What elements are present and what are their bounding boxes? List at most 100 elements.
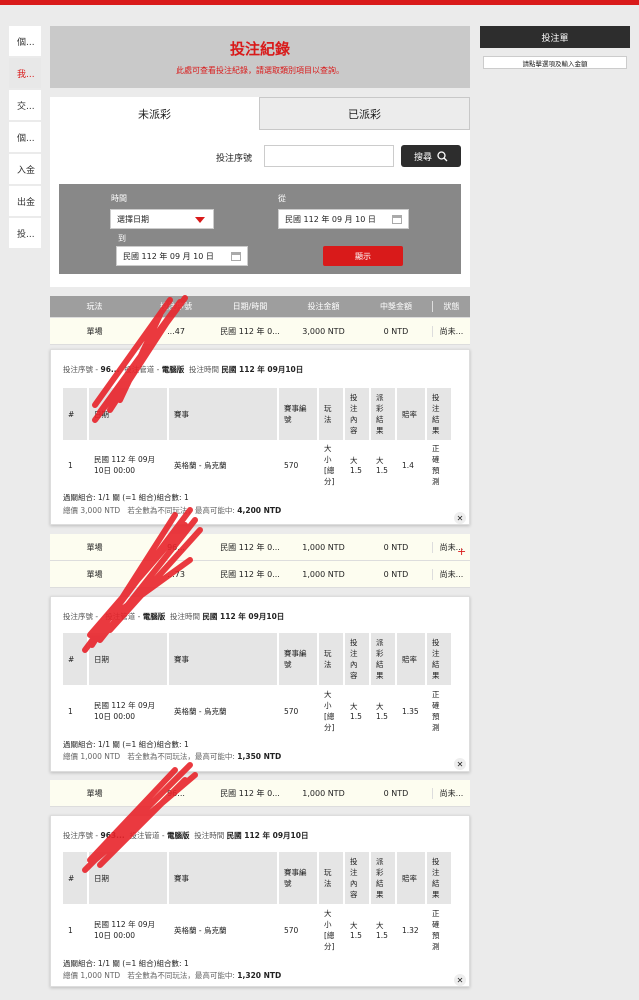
header-win: 中獎金額 <box>380 302 412 311</box>
to-date-value: 民國 112 年 09 月 10 日 <box>123 251 214 261</box>
bet-time: 民國 112 年 09月10日 <box>202 612 285 621</box>
expand-plus-icon[interactable]: + <box>457 545 466 558</box>
tab-unsettled[interactable]: 未派彩 <box>50 97 259 130</box>
from-label: 從 <box>278 194 286 203</box>
col-play: 玩法 <box>318 633 345 685</box>
tab-bar: 未派彩 已派彩 <box>50 97 470 130</box>
row-status: 尚未... <box>432 325 470 337</box>
table-row[interactable]: 單場 96... 民國 112 年 0... 1,000 NTD 0 NTD 尚… <box>50 780 470 807</box>
close-icon[interactable]: ✕ <box>454 512 466 524</box>
stake-label: 總價 <box>63 506 78 515</box>
row-serial: ...73 <box>167 569 185 579</box>
cell-outcome: 正確預測 <box>426 685 453 737</box>
search-icon <box>437 150 448 161</box>
cell-match-no: 570 <box>278 440 319 490</box>
channel-label: 投注管道 - <box>124 365 160 374</box>
calendar-icon <box>231 252 241 261</box>
channel-label: 投注管道 - <box>129 831 165 840</box>
nav-item-my-bets[interactable]: 我... <box>9 58 41 88</box>
col-result: 派彩結果 <box>370 388 397 440</box>
serial-input[interactable] <box>264 145 394 167</box>
page-subtitle: 此處可查看投注紀錄，請選取類別項目以查詢。 <box>176 66 344 75</box>
nav-item-transactions[interactable]: 交... <box>9 90 41 120</box>
col-match-no: 賽事編號 <box>278 852 319 904</box>
cell-content: 大 1.5 <box>344 440 371 490</box>
table-row[interactable]: 單場 ...73 民國 112 年 0... 1,000 NTD 0 NTD 尚… <box>50 561 470 588</box>
col-result: 派彩結果 <box>370 852 397 904</box>
stake-value: 1,000 NTD <box>80 971 121 980</box>
row-play: 單場 <box>86 542 103 552</box>
table-row[interactable]: 單場 ...47 民國 112 年 0... 3,000 NTD 0 NTD 尚… <box>50 318 470 345</box>
row-datetime: 民國 112 年 0... <box>220 326 280 336</box>
date-select[interactable]: 選擇日期 <box>110 209 214 229</box>
nav-item-label: 出金 <box>17 197 36 208</box>
max-win-value: 1,350 NTD <box>237 752 282 761</box>
serial-prefix: 投注序號 - <box>63 365 101 374</box>
main-content: 投注紀錄 此處可查看投注紀錄，請選取類別項目以查詢。 未派彩 已派彩 投注序號 … <box>50 26 470 287</box>
nav-item-withdraw[interactable]: 出金 <box>9 186 41 216</box>
col-index: # <box>63 852 89 904</box>
col-match: 賽事 <box>168 852 279 904</box>
summary-table: 玩法 投注序號 日期/時間 投注金額 中獎金額 狀態 單場 ...47 民國 1… <box>50 296 470 345</box>
nav-item-label: 入金 <box>17 165 36 176</box>
row-stake: 1,000 NTD <box>302 788 345 798</box>
calendar-icon <box>392 215 402 224</box>
page-header: 投注紀錄 此處可查看投注紀錄，請選取類別項目以查詢。 <box>50 26 470 88</box>
col-match: 賽事 <box>168 633 279 685</box>
col-content: 投注內容 <box>344 633 371 685</box>
from-date-field[interactable]: 民國 112 年 09 月 10 日 <box>278 209 409 229</box>
summary-table: 單場 96... 民國 112 年 0... 1,000 NTD 0 NTD 尚… <box>50 780 470 807</box>
row-datetime: 民國 112 年 0... <box>220 542 280 552</box>
bet-time: 民國 112 年 09月10日 <box>221 365 304 374</box>
top-accent-bar <box>0 0 639 5</box>
row-status: 尚未... <box>432 568 470 580</box>
bet-serial: 96... <box>100 365 120 374</box>
search-button[interactable]: 搜尋 <box>401 145 461 167</box>
table-header: 玩法 投注序號 日期/時間 投注金額 中獎金額 狀態 <box>50 296 470 318</box>
bet-channel: 電腦版 <box>142 612 166 621</box>
max-win-note: 若全數為不同玩法，最高可能中: <box>127 971 235 980</box>
bet-detail-card: 投注序號 - 投注管道 - 電腦版 投注時間 民國 112 年 09月10日 #… <box>50 596 470 772</box>
cell-match: 英格蘭 - 烏克蘭 <box>168 904 279 956</box>
row-stake: 1,000 NTD <box>302 569 345 579</box>
combo-info: 過關組合: 1/1 關 (=1 組合)組合數: 1 <box>63 740 189 749</box>
row-serial: ...47 <box>167 326 185 336</box>
nav-item-deposit[interactable]: 入金 <box>9 154 41 184</box>
nav-item-label: 個... <box>17 37 35 48</box>
cell-odds: 1.35 <box>396 685 427 737</box>
cell-result: 大 1.5 <box>370 440 397 490</box>
table-row[interactable]: 單場 96... 民國 112 年 0... 1,000 NTD 0 NTD 尚… <box>50 534 470 561</box>
cell-odds: 1.32 <box>396 904 427 956</box>
summary-table: 單場 96... 民國 112 年 0... 1,000 NTD 0 NTD 尚… <box>50 534 470 588</box>
row-serial: 96... <box>167 788 185 798</box>
cell-play: 大小[總分] <box>318 685 345 737</box>
cell-outcome: 正確預測 <box>426 440 453 490</box>
nav-item-profile[interactable]: 個... <box>9 26 41 56</box>
tab-settled[interactable]: 已派彩 <box>259 97 470 130</box>
col-outcome: 投注結果 <box>426 633 453 685</box>
nav-item-bets[interactable]: 投... <box>9 218 41 248</box>
cell-date: 民國 112 年 09月 10日 00:00 <box>88 685 169 737</box>
col-play: 玩法 <box>318 388 345 440</box>
cell-match-no: 570 <box>278 904 319 956</box>
cell-date: 民國 112 年 09月 10日 00:00 <box>88 440 169 490</box>
cell-outcome: 正確預測 <box>426 904 453 956</box>
cell-play: 大小[總分] <box>318 904 345 956</box>
nav-item-personal[interactable]: 個... <box>9 122 41 152</box>
header-datetime: 日期/時間 <box>232 302 268 311</box>
bet-detail-table: # 日期 賽事 賽事編號 玩法 投注內容 派彩結果 賠率 投注結果 1 民國 1… <box>63 388 453 490</box>
bet-slip-hint[interactable]: 請點擊選項及輸入金額 <box>483 56 627 69</box>
row-play: 單場 <box>86 788 103 798</box>
col-outcome: 投注結果 <box>426 852 453 904</box>
close-icon[interactable]: ✕ <box>454 974 466 986</box>
cell-odds: 1.4 <box>396 440 427 490</box>
bet-meta: 投注序號 - 963... 投注管道 - 電腦版 投注時間 民國 112 年 0… <box>63 830 309 841</box>
row-stake: 1,000 NTD <box>302 542 345 552</box>
col-play: 玩法 <box>318 852 345 904</box>
to-date-field[interactable]: 民國 112 年 09 月 10 日 <box>116 246 248 266</box>
show-button[interactable]: 顯示 <box>323 246 403 266</box>
close-icon[interactable]: ✕ <box>454 758 466 770</box>
bet-channel: 電腦版 <box>166 831 190 840</box>
col-match: 賽事 <box>168 388 279 440</box>
col-date: 日期 <box>88 852 169 904</box>
